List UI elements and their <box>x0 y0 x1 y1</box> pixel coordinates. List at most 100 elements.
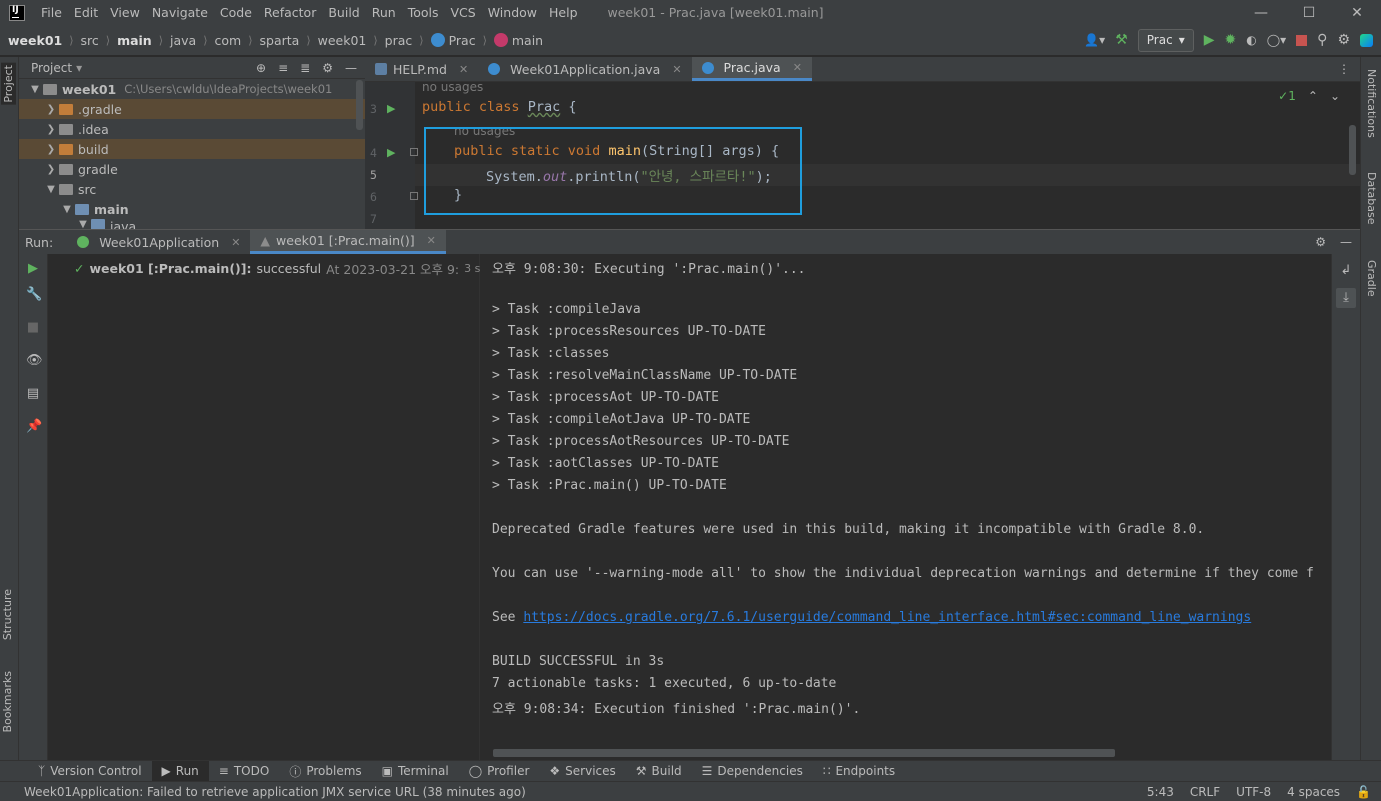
chevron-down-icon[interactable]: ⌄ <box>1330 89 1340 103</box>
run-config-select[interactable]: Prac ▾ <box>1137 28 1194 52</box>
gradle-tool-tab[interactable]: Gradle <box>1365 260 1378 297</box>
menu-window[interactable]: Window <box>482 5 543 20</box>
chevron-up-icon[interactable]: ⌃ <box>1308 89 1318 103</box>
caret-position[interactable]: 5:43 <box>1147 785 1174 799</box>
tree-item[interactable]: ❯ .idea <box>19 119 365 139</box>
tree-item[interactable]: ▼ java <box>19 219 365 229</box>
pin-icon[interactable]: 📌 <box>26 420 42 434</box>
stop-icon[interactable]: ■ <box>26 321 40 335</box>
soft-wrap-icon[interactable]: ↲ <box>1339 264 1353 278</box>
menu-help[interactable]: Help <box>543 5 584 20</box>
database-tool-tab[interactable]: Database <box>1365 172 1378 225</box>
tool-tab-run[interactable]: ▶ Run <box>151 760 209 782</box>
chevron-right-icon[interactable]: ❯ <box>43 124 59 135</box>
run-tree-item[interactable]: ✓ week01 [:Prac.main()]: successful At 2… <box>74 259 541 278</box>
menu-edit[interactable]: Edit <box>68 5 104 20</box>
chevron-right-icon[interactable]: ❯ <box>43 104 59 115</box>
user-icon[interactable]: 👤▾ <box>1084 33 1105 47</box>
breadcrumb-item[interactable]: java <box>170 33 196 48</box>
tab-help-md[interactable]: HELP.md ✕ <box>365 57 478 81</box>
scroll-to-end-icon[interactable]: ⤓ <box>1336 288 1356 308</box>
close-icon[interactable]: ✕ <box>1333 5 1381 21</box>
file-encoding[interactable]: UTF-8 <box>1236 785 1271 799</box>
chevron-right-icon[interactable]: ❯ <box>43 144 59 155</box>
run-icon[interactable]: ▶ <box>1204 32 1215 48</box>
search-icon[interactable]: ⚲ <box>1317 32 1327 48</box>
breadcrumb-item[interactable]: Prac <box>449 33 476 48</box>
chevron-down-icon[interactable]: ▼ <box>43 184 59 195</box>
profile-icon[interactable]: ◯▾ <box>1267 33 1286 47</box>
gear-icon[interactable]: ⚙ <box>1315 235 1326 249</box>
coverage-icon[interactable]: ◐ <box>1246 33 1256 47</box>
hide-icon[interactable]: — <box>345 61 357 75</box>
hide-icon[interactable]: — <box>1340 235 1352 249</box>
tool-tab-endpoints[interactable]: ∷ Endpoints <box>813 761 905 782</box>
project-scrollbar[interactable] <box>356 80 363 130</box>
locate-icon[interactable]: ⊕ <box>256 61 266 75</box>
run-tab-week01application[interactable]: Week01Application ✕ <box>67 230 250 254</box>
tool-tab-dependencies[interactable]: ☰ Dependencies <box>692 761 813 782</box>
chevron-down-icon[interactable]: ▾ <box>76 61 82 75</box>
close-icon[interactable]: ✕ <box>672 63 681 76</box>
tree-item[interactable]: ❯ .gradle <box>19 99 365 119</box>
tab-week01application[interactable]: Week01Application.java ✕ <box>478 57 691 81</box>
notifications-tool-tab[interactable]: Notifications <box>1365 69 1378 138</box>
project-tool-tab[interactable]: Project <box>1 63 16 105</box>
tree-item[interactable]: ❯ gradle <box>19 159 365 179</box>
close-icon[interactable]: ✕ <box>793 61 802 74</box>
close-icon[interactable]: ✕ <box>427 234 436 247</box>
menu-build[interactable]: Build <box>322 5 365 20</box>
menu-file[interactable]: File <box>35 5 68 20</box>
layout-icon[interactable]: ▤ <box>26 387 40 401</box>
breadcrumb-item[interactable]: src <box>81 33 99 48</box>
close-icon[interactable]: ✕ <box>231 236 240 249</box>
close-icon[interactable]: ✕ <box>459 63 468 76</box>
rerun-icon[interactable]: ▶ <box>26 262 40 276</box>
lock-icon[interactable]: 🔓 <box>1356 785 1371 799</box>
plugin-icon[interactable] <box>1360 33 1373 47</box>
menu-view[interactable]: View <box>104 5 146 20</box>
console-output[interactable]: 오후 9:08:30: Executing ':Prac.main()'... … <box>480 254 1331 760</box>
line-separator[interactable]: CRLF <box>1190 785 1220 799</box>
minimize-icon[interactable]: — <box>1237 5 1285 21</box>
chevron-down-icon[interactable]: ▼ <box>59 204 75 215</box>
collapse-all-icon[interactable]: ≣ <box>300 61 310 75</box>
tab-prac-java[interactable]: Prac.java ✕ <box>691 57 812 81</box>
fold-icon[interactable] <box>410 192 418 200</box>
tool-tab-profiler[interactable]: ◯ Profiler <box>459 761 540 782</box>
more-icon[interactable]: ⋮ <box>1328 57 1360 81</box>
tree-item[interactable]: ▼ src <box>19 179 365 199</box>
status-message[interactable]: Week01Application: Failed to retrieve ap… <box>24 785 526 799</box>
breadcrumb-item[interactable]: main <box>117 33 152 48</box>
indent-setting[interactable]: 4 spaces <box>1287 785 1340 799</box>
menu-refactor[interactable]: Refactor <box>258 5 322 20</box>
breadcrumb-item[interactable]: sparta <box>260 33 300 48</box>
menu-navigate[interactable]: Navigate <box>146 5 214 20</box>
tool-tab-version-control[interactable]: ᛉ Version Control <box>28 761 152 782</box>
tool-tab-terminal[interactable]: ▣ Terminal <box>372 761 459 782</box>
breadcrumb-item[interactable]: week01 <box>8 33 62 48</box>
run-gutter-icon[interactable]: ▶ <box>387 102 395 115</box>
maximize-icon[interactable]: ☐ <box>1285 5 1333 21</box>
wrench-icon[interactable]: 🔧 <box>26 288 42 302</box>
run-tab-prac-main[interactable]: ▲ week01 [:Prac.main()] ✕ <box>250 230 446 254</box>
gear-icon[interactable]: ⚙ <box>322 61 333 75</box>
editor-scrollbar[interactable] <box>1349 125 1356 175</box>
expand-all-icon[interactable]: ≡ <box>278 61 288 75</box>
settings-icon[interactable]: ⚙ <box>1337 32 1350 48</box>
run-gutter-icon[interactable]: ▶ <box>387 146 395 159</box>
tree-item-root[interactable]: ▼ week01 C:\Users\cwldu\IdeaProjects\wee… <box>19 79 365 99</box>
breadcrumb-item[interactable]: com <box>215 33 242 48</box>
breadcrumb-item[interactable]: main <box>512 33 543 48</box>
chevron-down-icon[interactable]: ▼ <box>27 84 43 95</box>
menu-vcs[interactable]: VCS <box>445 5 482 20</box>
chevron-down-icon[interactable]: ▼ <box>75 219 91 229</box>
debug-icon[interactable]: ✹ <box>1225 32 1237 48</box>
tool-tab-services[interactable]: ❖ Services <box>539 761 625 782</box>
project-view-select[interactable]: Project <box>31 61 72 75</box>
breadcrumb-item[interactable]: week01 <box>318 33 367 48</box>
chevron-right-icon[interactable]: ❯ <box>43 164 59 175</box>
eye-icon[interactable]: 👁 <box>26 354 43 368</box>
tool-tab-build[interactable]: ⚒ Build <box>626 761 692 782</box>
menu-tools[interactable]: Tools <box>402 5 445 20</box>
